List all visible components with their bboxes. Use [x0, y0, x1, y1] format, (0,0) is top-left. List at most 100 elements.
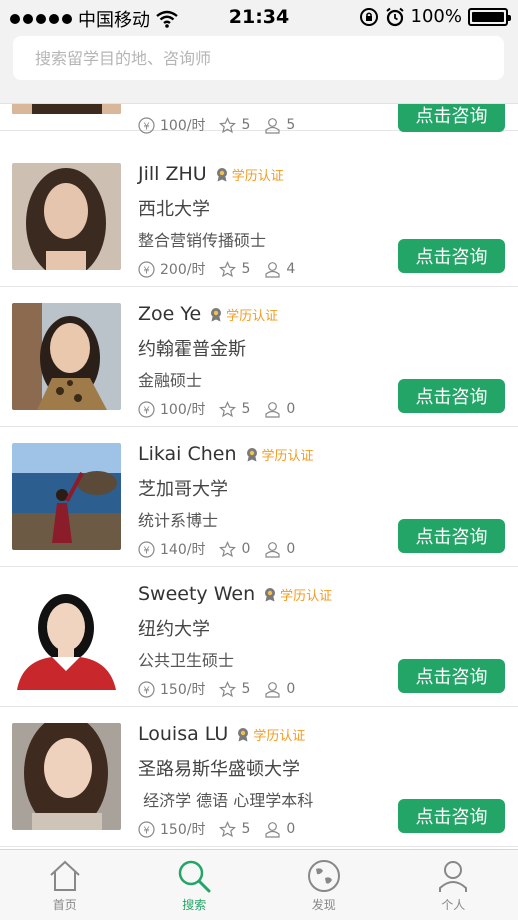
star-icon — [219, 116, 237, 133]
consultant-stats: ¥ 200/时 5 4 — [138, 259, 309, 279]
badge-label: 学历认证 — [231, 168, 284, 184]
svg-text:¥: ¥ — [143, 685, 149, 696]
yuan-icon: ¥ — [138, 820, 155, 838]
tab-discover-label: 发现 — [311, 898, 336, 912]
consultant-school: 西北大学 — [138, 199, 210, 220]
consultant-photo — [12, 723, 121, 830]
consultant-card[interactable]: ¥ 100/时 5 5 点击咨询 — [0, 104, 518, 134]
consultant-photo — [12, 303, 121, 410]
consultant-stats: ¥ 100/时 5 5 — [138, 115, 309, 135]
consultant-school: 约翰霍普金斯 — [138, 339, 246, 360]
price-value: 200/时 — [160, 262, 206, 278]
consultant-name-row: Likai Chen 学历认证 — [138, 443, 314, 465]
tab-home[interactable]: 首页 — [0, 850, 130, 920]
star-icon — [219, 820, 237, 837]
consult-button[interactable]: 点击咨询 — [398, 379, 505, 413]
consultant-list[interactable]: ¥ 100/时 5 5 点击咨询 Jill ZHU 学历认证 西北大学 整合营销… — [0, 104, 518, 849]
price-stat: ¥ 150/时 — [138, 679, 205, 699]
consultant-name-row: Sweety Wen 学历认证 — [138, 583, 332, 605]
rating-value: 5 — [241, 261, 251, 277]
alarm-icon — [385, 7, 404, 26]
consultant-stats: ¥ 150/时 5 0 — [138, 819, 309, 839]
consultant-major: 公共卫生硕士 — [138, 651, 235, 670]
globe-icon — [307, 860, 340, 892]
consultant-school: 纽约大学 — [138, 619, 210, 640]
search-input[interactable] — [13, 36, 504, 80]
consult-button[interactable]: 点击咨询 — [398, 104, 505, 132]
yuan-icon: ¥ — [138, 400, 155, 418]
star-icon — [219, 540, 237, 557]
medal-icon — [238, 727, 249, 741]
consultant-card[interactable]: Jill ZHU 学历认证 西北大学 整合营销传播硕士 ¥ 200/时 5 4 … — [0, 147, 518, 287]
svg-text:¥: ¥ — [143, 265, 149, 276]
verified-badge: 学历认证 — [209, 305, 278, 324]
tab-profile-label: 个人 — [441, 898, 466, 912]
count-value: 5 — [286, 117, 296, 133]
price-stat: ¥ 100/时 — [138, 399, 205, 419]
count-value: 0 — [286, 541, 296, 557]
consult-button[interactable]: 点击咨询 — [398, 659, 505, 693]
rating-value: 5 — [241, 821, 251, 837]
status-bar: 中国移动 21:34 100% — [0, 0, 518, 34]
person-icon — [265, 261, 280, 278]
svg-text:¥: ¥ — [143, 405, 149, 416]
rating-stat: 5 — [219, 260, 251, 278]
star-icon — [219, 260, 237, 277]
person-icon — [265, 821, 280, 838]
rating-stat: 5 — [219, 820, 251, 838]
person-icon — [265, 541, 280, 558]
rating-stat: 5 — [219, 680, 251, 698]
tab-search-label: 搜索 — [182, 898, 207, 912]
tab-discover[interactable]: 发现 — [259, 850, 389, 920]
consultant-major: 统计系博士 — [138, 511, 219, 530]
rating-value: 5 — [241, 401, 251, 417]
price-stat: ¥ 140/时 — [138, 539, 205, 559]
star-icon — [219, 400, 237, 417]
person-icon — [265, 681, 280, 698]
consultant-name: Zoe Ye — [138, 303, 202, 325]
consultant-card[interactable]: Likai Chen 学历认证 芝加哥大学 统计系博士 ¥ 140/时 0 0 … — [0, 427, 518, 567]
consultant-photo — [12, 163, 121, 270]
home-icon — [50, 860, 80, 891]
consult-button[interactable]: 点击咨询 — [398, 799, 505, 833]
rating-stat: 0 — [219, 540, 251, 558]
price-stat: ¥ 150/时 — [138, 819, 205, 839]
count-value: 0 — [286, 401, 296, 417]
consultant-photo — [12, 583, 121, 690]
consult-count-stat: 5 — [264, 117, 295, 134]
count-value: 0 — [286, 681, 296, 697]
rating-value: 5 — [241, 681, 251, 697]
consultant-name: Likai Chen — [138, 443, 237, 465]
battery-icon — [468, 7, 511, 26]
rating-value: 0 — [241, 541, 251, 557]
price-value: 140/时 — [160, 542, 206, 558]
consult-count-stat: 0 — [264, 401, 295, 418]
price-value: 100/时 — [160, 118, 206, 134]
consult-button[interactable]: 点击咨询 — [398, 239, 505, 273]
consultant-major: 经济学 德语 心理学本科 — [138, 791, 314, 810]
battery-percent: 100% — [410, 6, 462, 27]
consultant-major: 整合营销传播硕士 — [138, 231, 267, 250]
tab-search[interactable]: 搜索 — [130, 850, 260, 920]
consultant-name: Louisa LU — [138, 723, 229, 745]
consultant-card[interactable]: Sweety Wen 学历认证 纽约大学 公共卫生硕士 ¥ 150/时 5 0 … — [0, 567, 518, 707]
consultant-card[interactable]: Louisa LU 学历认证 圣路易斯华盛顿大学 经济学 德语 心理学本科 ¥ … — [0, 707, 518, 847]
consultant-name: Sweety Wen — [138, 583, 256, 605]
consult-count-stat: 4 — [264, 261, 295, 278]
verified-badge: 学历认证 — [215, 165, 284, 184]
price-value: 100/时 — [160, 402, 206, 418]
consultant-stats: ¥ 140/时 0 0 — [138, 539, 309, 559]
consult-button[interactable]: 点击咨询 — [398, 519, 505, 553]
consultant-card[interactable]: Zoe Ye 学历认证 约翰霍普金斯 金融硕士 ¥ 100/时 5 0 点击咨询 — [0, 287, 518, 427]
price-value: 150/时 — [160, 682, 206, 698]
badge-label: 学历认证 — [280, 588, 333, 604]
verified-badge: 学历认证 — [263, 585, 332, 604]
search-icon — [179, 860, 211, 893]
price-stat: ¥ 200/时 — [138, 259, 205, 279]
tab-profile[interactable]: 个人 — [389, 850, 518, 920]
search-header — [0, 34, 518, 104]
rating-value: 5 — [241, 117, 251, 133]
badge-label: 学历认证 — [253, 728, 306, 744]
yuan-icon: ¥ — [138, 116, 155, 134]
consultant-name-row: Louisa LU 学历认证 — [138, 723, 305, 745]
